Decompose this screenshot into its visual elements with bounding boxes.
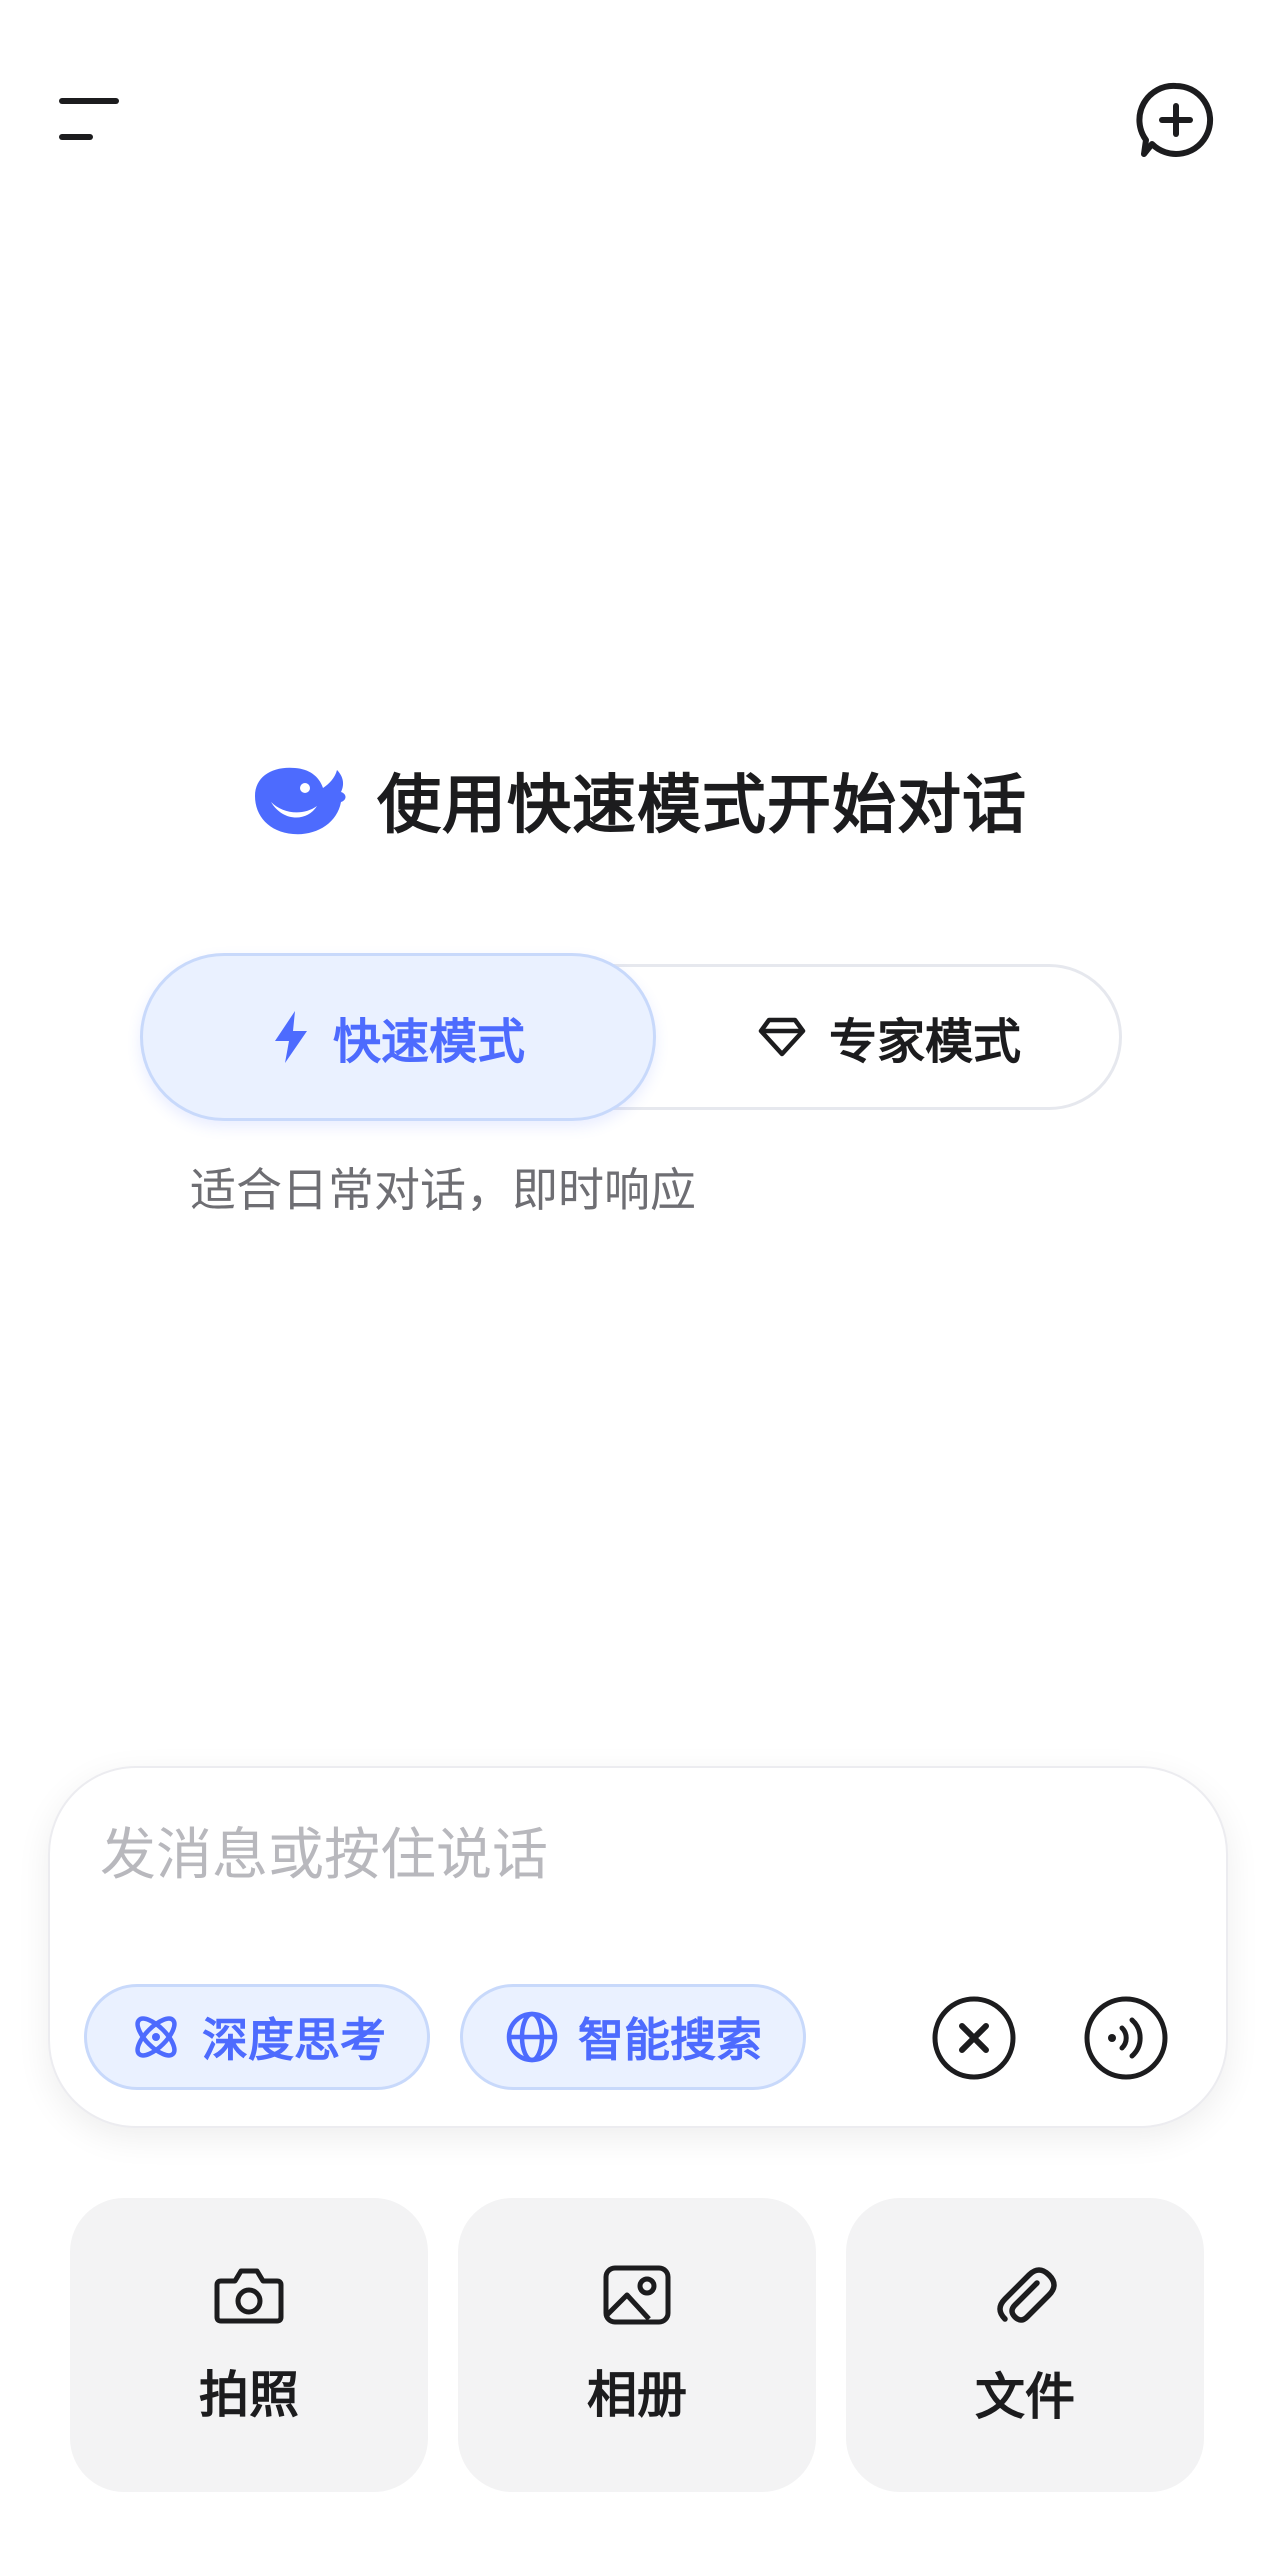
- expert-mode-button[interactable]: 专家模式: [656, 964, 1122, 1110]
- new-chat-button[interactable]: [1126, 70, 1226, 170]
- message-input[interactable]: [100, 1800, 960, 1910]
- fast-mode-label: 快速模式: [332, 1014, 525, 1070]
- album-tile[interactable]: 相册: [458, 2198, 816, 2492]
- diamond-icon: [758, 1017, 806, 1057]
- expert-mode-label: 专家模式: [828, 1014, 1021, 1070]
- whale-logo-icon: [255, 767, 346, 835]
- smart-search-label: 智能搜索: [578, 2013, 762, 2067]
- menu-button[interactable]: [40, 70, 140, 170]
- voice-wave-icon: [1084, 1996, 1168, 2080]
- image-icon: [603, 2265, 671, 2325]
- camera-tile[interactable]: 拍照: [70, 2198, 428, 2492]
- greeting: 使用快速模式开始对话: [0, 740, 1276, 860]
- lightning-icon: [274, 1011, 307, 1063]
- menu-icon: [59, 98, 119, 140]
- clear-button[interactable]: [926, 1990, 1022, 2086]
- atom-icon: [135, 2016, 177, 2058]
- deep-think-label: 深度思考: [202, 2013, 386, 2067]
- paperclip-icon: [997, 2267, 1057, 2323]
- fast-mode-button[interactable]: 快速模式: [140, 953, 656, 1121]
- deep-think-chip[interactable]: 深度思考: [84, 1984, 430, 2090]
- file-label: 文件: [975, 2368, 1075, 2426]
- file-tile[interactable]: 文件: [846, 2198, 1204, 2492]
- greeting-text: 使用快速模式开始对话: [377, 769, 1027, 843]
- close-circle-icon: [932, 1996, 1016, 2080]
- mode-description: 适合日常对话，即时响应: [190, 1163, 696, 1217]
- new-chat-icon: [1136, 82, 1214, 157]
- camera-icon: [214, 2268, 284, 2324]
- camera-label: 拍照: [199, 2366, 299, 2424]
- globe-icon: [506, 2011, 558, 2063]
- voice-button[interactable]: [1078, 1990, 1174, 2086]
- smart-search-chip[interactable]: 智能搜索: [460, 1984, 806, 2090]
- album-label: 相册: [587, 2366, 687, 2424]
